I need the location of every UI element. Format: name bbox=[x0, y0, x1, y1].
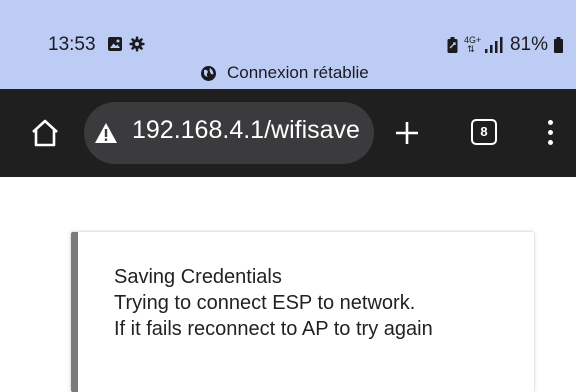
message-card: Saving Credentials Trying to connect ESP… bbox=[71, 232, 534, 392]
status-bar: 13:53 4G+ ⇅ 81% Connexion rétablie bbox=[0, 0, 576, 89]
system-status-icons: 4G+ ⇅ 81% bbox=[447, 34, 563, 56]
tab-switcher-button[interactable]: 8 bbox=[471, 119, 497, 145]
message-line: Saving Credentials bbox=[114, 266, 282, 288]
network-type-icon: 4G+ ⇅ bbox=[463, 35, 482, 54]
message-line: Trying to connect ESP to network. bbox=[114, 292, 416, 314]
battery-saver-icon bbox=[447, 37, 458, 53]
battery-percent: 81% bbox=[509, 34, 548, 55]
connection-toast: Connexion rétablie bbox=[200, 63, 369, 83]
signal-icon bbox=[484, 37, 503, 53]
address-bar[interactable]: 192.168.4.1/wifisave bbox=[84, 102, 374, 164]
home-icon[interactable] bbox=[30, 118, 60, 148]
warning-icon[interactable] bbox=[94, 122, 118, 144]
gallery-icon bbox=[108, 37, 122, 51]
battery-icon bbox=[554, 37, 563, 53]
plus-icon[interactable] bbox=[394, 120, 420, 146]
message-line: If it fails reconnect to AP to try again bbox=[114, 318, 433, 340]
url-text[interactable]: 192.168.4.1/wifisave bbox=[132, 116, 360, 145]
globe-icon bbox=[201, 65, 216, 81]
message-text: Saving Credentials Trying to connect ESP… bbox=[114, 264, 433, 342]
gear-icon bbox=[129, 36, 145, 52]
browser-toolbar: 192.168.4.1/wifisave 8 bbox=[0, 89, 576, 177]
more-options-icon[interactable] bbox=[546, 120, 554, 148]
notification-icons bbox=[107, 36, 145, 52]
status-time: 13:53 bbox=[48, 34, 96, 55]
toast-text: Connexion rétablie bbox=[227, 63, 369, 82]
